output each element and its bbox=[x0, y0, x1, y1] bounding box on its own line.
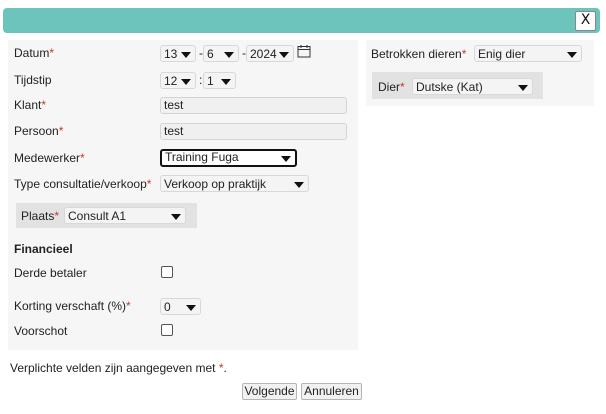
datum-month-select[interactable]: 6 bbox=[203, 45, 239, 62]
korting-label: Korting verschaft (%)* bbox=[14, 299, 131, 313]
derde-betaler-checkbox[interactable] bbox=[161, 266, 173, 278]
persoon-label: Persoon* bbox=[14, 124, 64, 138]
dier-label: Dier* bbox=[378, 80, 405, 94]
chevron-down-icon bbox=[181, 79, 191, 85]
tijdstip-label: Tijdstip bbox=[14, 73, 52, 87]
medewerker-select[interactable]: Training Fuga bbox=[160, 149, 297, 167]
minute-select[interactable]: 1 bbox=[203, 72, 236, 89]
betrokken-dieren-label: Betrokken dieren* bbox=[371, 47, 467, 61]
chevron-down-icon bbox=[221, 79, 231, 85]
datum-label: Datum* bbox=[14, 46, 55, 60]
voorschot-checkbox[interactable] bbox=[161, 324, 173, 336]
chevron-down-icon bbox=[518, 85, 528, 91]
derde-betaler-label: Derde betaler bbox=[14, 266, 87, 280]
required-fields-note: Verplichte velden zijn aangegeven met *. bbox=[10, 361, 227, 375]
medewerker-label: Medewerker* bbox=[14, 151, 85, 165]
chevron-down-icon bbox=[294, 182, 304, 188]
korting-select[interactable]: 0 bbox=[160, 298, 201, 315]
voorschot-label: Voorschot bbox=[14, 324, 68, 338]
klant-field[interactable]: test bbox=[160, 97, 347, 114]
klant-label: Klant* bbox=[14, 98, 47, 112]
financieel-heading: Financieel bbox=[14, 242, 73, 256]
persoon-field[interactable]: test bbox=[160, 123, 347, 140]
next-button[interactable]: Volgende bbox=[242, 383, 297, 400]
chevron-down-icon bbox=[279, 52, 289, 58]
chevron-down-icon bbox=[171, 214, 181, 220]
time-separator: : bbox=[199, 73, 203, 87]
dier-select[interactable]: Dutske (Kat) bbox=[412, 78, 533, 95]
datum-day-select[interactable]: 13 bbox=[160, 45, 196, 62]
chevron-down-icon bbox=[281, 156, 291, 162]
chevron-down-icon bbox=[181, 52, 191, 58]
chevron-down-icon bbox=[224, 52, 234, 58]
calendar-icon[interactable] bbox=[297, 44, 311, 58]
type-select[interactable]: Verkoop op praktijk bbox=[160, 175, 309, 192]
dialog-titlebar[interactable]: X bbox=[3, 8, 600, 33]
type-label: Type consultatie/verkoop* bbox=[14, 177, 152, 191]
close-button[interactable]: X bbox=[575, 11, 596, 31]
datum-year-select[interactable]: 2024 bbox=[246, 45, 294, 62]
chevron-down-icon bbox=[567, 52, 577, 58]
plaats-select[interactable]: Consult A1 bbox=[64, 207, 186, 224]
betrokken-dieren-select[interactable]: Enig dier bbox=[474, 45, 582, 62]
cancel-button[interactable]: Annuleren bbox=[301, 383, 362, 400]
plaats-label: Plaats* bbox=[21, 209, 60, 223]
chevron-down-icon bbox=[186, 305, 196, 311]
dialog: X Datum* 13 - 6 - 2024 Tijdstip 12 : 1 K… bbox=[0, 0, 606, 414]
hour-select[interactable]: 12 bbox=[160, 72, 196, 89]
